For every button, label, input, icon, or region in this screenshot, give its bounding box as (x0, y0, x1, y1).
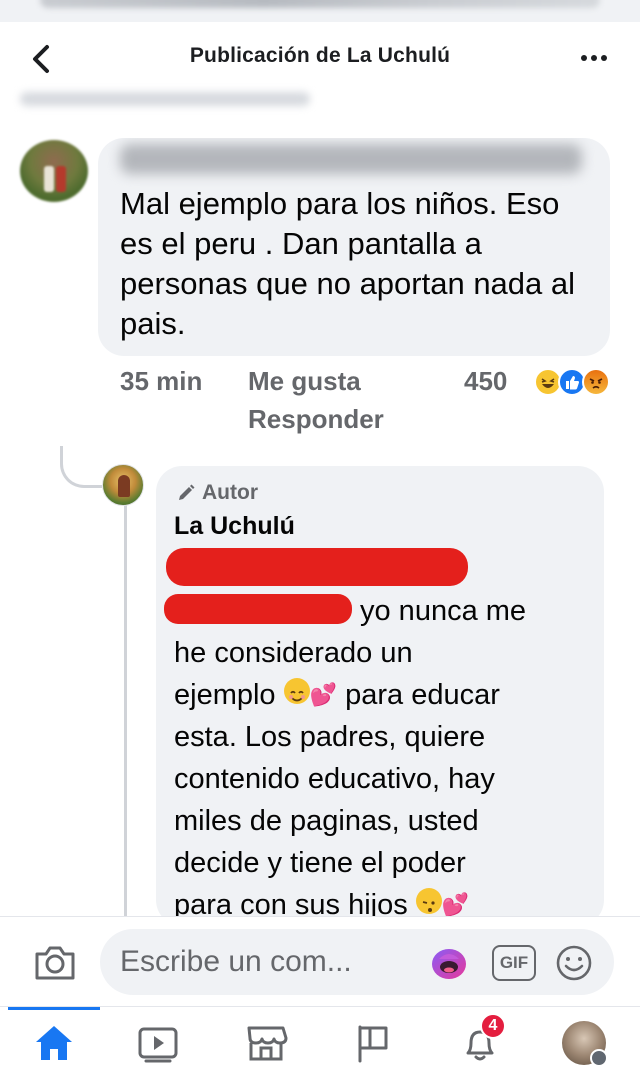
reply-line: yo nunca me (360, 595, 527, 627)
reply-line: miles de paginas, usted (174, 805, 479, 837)
reactions-summary[interactable] (534, 368, 616, 396)
like-button[interactable]: Me gusta (248, 366, 361, 397)
tab-menu[interactable] (560, 1021, 608, 1067)
avatar-figure (118, 475, 130, 497)
author-badge: Autor (176, 480, 258, 506)
reply-line: he considerado un (174, 637, 413, 669)
thread-line (124, 498, 127, 918)
comment-bubble: Mal ejemplo para los niños. Eso es el pe… (98, 138, 610, 356)
angry-icon (582, 368, 610, 396)
tab-pages[interactable] (350, 1021, 398, 1065)
blurred-header-text (40, 0, 600, 8)
smiling-face-emoji-icon (283, 678, 310, 704)
tab-notifications[interactable]: 4 (456, 1013, 506, 1065)
comment-composer: Escribe un com... GIF (0, 916, 640, 1006)
camera-button[interactable] (32, 943, 78, 983)
blurred-commenter-name (120, 144, 582, 174)
marketplace-icon (247, 1026, 288, 1061)
thread-connector (60, 446, 102, 488)
header: Publicación de La Uchulú (0, 22, 640, 94)
more-options-button[interactable] (574, 44, 614, 72)
video-play-icon (138, 1027, 178, 1063)
pencil-icon (179, 484, 195, 500)
menu-icon (590, 1049, 608, 1067)
reaction-count[interactable]: 450 (464, 366, 507, 397)
dot-icon (601, 55, 607, 61)
top-strip (0, 0, 640, 22)
comment-actions: 35 min Me gusta Responder 450 (120, 366, 620, 446)
home-icon (36, 1026, 72, 1060)
author-avatar[interactable] (102, 464, 144, 506)
redaction-mark (166, 548, 468, 586)
active-tab-indicator (8, 1007, 100, 1010)
reply-line: esta. Los padres, quiere (174, 721, 486, 753)
reply-line: ejemplo (174, 679, 276, 711)
two-hearts-emoji-icon: 💕 (309, 682, 338, 707)
avatar-sticker-icon (432, 949, 466, 979)
avatar-sticker-button[interactable] (430, 945, 468, 981)
notifications-badge: 4 (480, 1013, 506, 1039)
tab-home[interactable] (30, 1021, 78, 1065)
tab-video[interactable] (134, 1021, 182, 1065)
gif-button[interactable]: GIF (492, 945, 536, 981)
reply-line: contenido educativo, hay (174, 763, 495, 795)
tab-marketplace[interactable] (242, 1021, 290, 1065)
reply-line: para educar (345, 679, 500, 711)
profile-avatar (562, 1021, 608, 1067)
flag-icon (358, 1025, 388, 1063)
blurred-line (20, 92, 310, 106)
comment-input-placeholder: Escribe un com... (120, 945, 352, 978)
avatar-figure (56, 166, 66, 192)
page-title: Publicación de La Uchulú (189, 44, 451, 67)
author-badge-label: Autor (202, 481, 258, 504)
reply-line: decide y tiene el poder (174, 847, 466, 879)
dot-icon (591, 55, 597, 61)
reply-button[interactable]: Responder (248, 404, 384, 435)
emoji-button[interactable] (554, 943, 594, 983)
reply-author-name[interactable]: La Uchulú (174, 512, 295, 541)
comment-input[interactable]: Escribe un com... GIF (100, 929, 614, 995)
camera-icon (35, 946, 75, 980)
kiss-face-emoji-icon (415, 888, 442, 914)
comment-time: 35 min (120, 366, 203, 396)
avatar-figure (44, 166, 54, 192)
comment-text: Mal ejemplo para los niños. Eso es el pe… (120, 186, 576, 341)
smile-icon (556, 945, 592, 981)
dot-icon (581, 55, 587, 61)
reply-text: yo nunca me he considerado un ejemplo 💕 … (174, 590, 594, 926)
commenter-avatar[interactable] (20, 140, 88, 202)
reply-bubble: Autor La Uchulú yo nunca me he considera… (156, 466, 604, 926)
bottom-tab-bar: 4 (0, 1006, 640, 1071)
